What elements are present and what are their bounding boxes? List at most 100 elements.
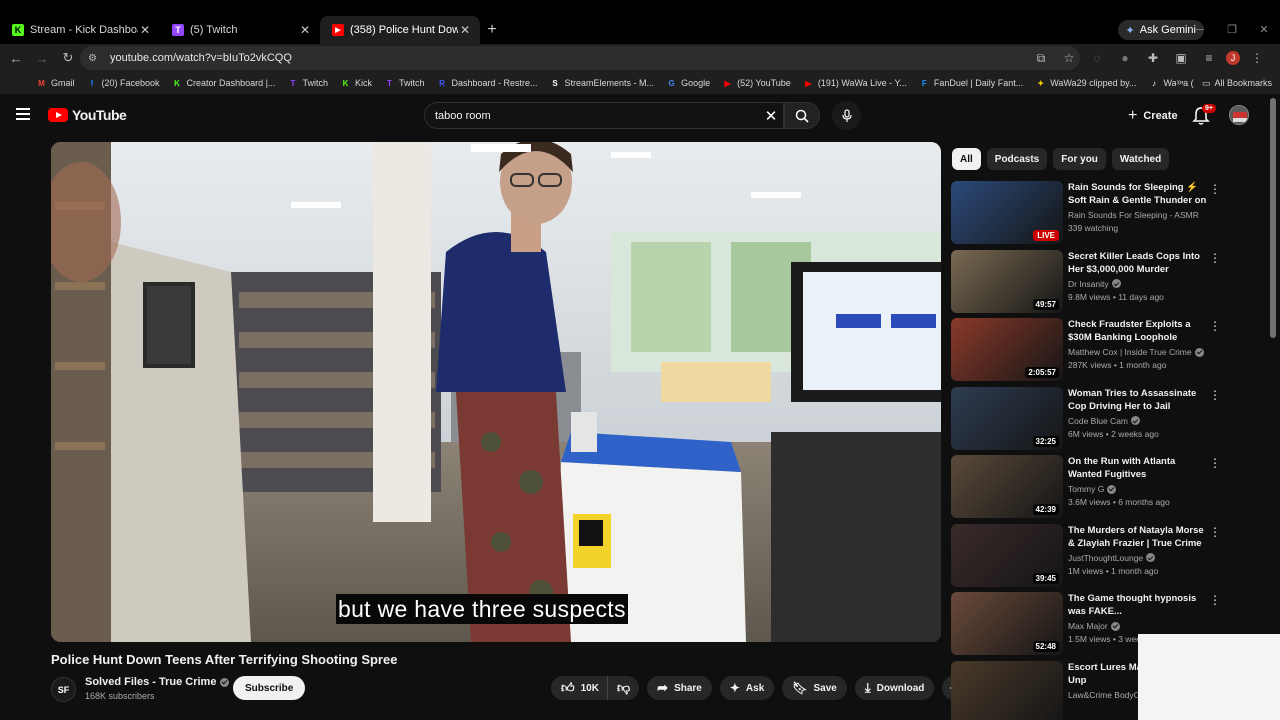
forward-icon[interactable]: → bbox=[30, 51, 54, 66]
filter-chip[interactable]: Podcasts bbox=[986, 148, 1048, 170]
create-button[interactable]: + Create bbox=[1116, 102, 1190, 129]
maximize-icon[interactable]: ❐ bbox=[1216, 16, 1248, 44]
recommended-channel[interactable]: Tommy G bbox=[1068, 484, 1117, 494]
browser-tab-3-active[interactable]: ▶ (358) Police Hunt Down Teens / ✕ bbox=[320, 16, 480, 44]
share-button[interactable]: ➦ Share bbox=[647, 676, 712, 700]
search-input[interactable] bbox=[435, 109, 759, 122]
bookmark-item[interactable]: ✦ WaWa29 clipped by... bbox=[1035, 78, 1136, 89]
browser-tab-1[interactable]: K Stream - Kick Dashboard ✕ bbox=[0, 16, 160, 44]
recommended-channel[interactable]: Code Blue Cam bbox=[1068, 416, 1141, 426]
action-menu-icon[interactable]: ⋮ bbox=[1209, 457, 1221, 469]
install-app-icon[interactable]: ⧉ bbox=[1030, 51, 1052, 66]
profile-avatar-icon[interactable]: J bbox=[1226, 51, 1240, 65]
action-menu-icon[interactable]: ⋮ bbox=[1209, 594, 1221, 606]
reload-icon[interactable]: ↻ bbox=[56, 50, 80, 66]
side-panel-icon[interactable]: ▣ bbox=[1170, 51, 1192, 65]
save-button[interactable]: 🔖︎ Save bbox=[782, 676, 847, 700]
video-thumbnail[interactable]: 49:57 bbox=[951, 249, 1063, 313]
recommended-channel[interactable]: Matthew Cox | Inside True Crime bbox=[1068, 347, 1204, 357]
ask-button[interactable]: ✦ Ask bbox=[719, 676, 775, 700]
recommended-video-title[interactable]: On the Run with Atlanta Wanted Fugitives bbox=[1068, 455, 1208, 481]
subscribe-button[interactable]: Subscribe bbox=[233, 676, 306, 700]
action-menu-icon[interactable]: ⋮ bbox=[1209, 183, 1221, 195]
extension-icon[interactable]: ◌ bbox=[1086, 51, 1108, 65]
channel-name-link[interactable]: Solved Files - True Crime bbox=[85, 676, 230, 688]
close-tab-icon[interactable]: ✕ bbox=[298, 23, 312, 37]
site-info-icon[interactable]: ⚙ bbox=[88, 53, 104, 64]
dislike-button[interactable]: 👎︎ bbox=[606, 676, 640, 700]
guide-menu-icon[interactable] bbox=[16, 108, 30, 120]
bookmark-item[interactable]: T Twitch bbox=[384, 78, 424, 89]
bookmark-item[interactable]: K Creator Dashboard |... bbox=[172, 78, 275, 89]
video-thumbnail[interactable]: 32:25 bbox=[951, 386, 1063, 450]
like-button[interactable]: 👍︎ 10K bbox=[551, 676, 607, 700]
media-controls-icon[interactable]: ≡ bbox=[1198, 51, 1220, 65]
address-bar[interactable]: ⚙ youtube.com/watch?v=bIuTo2vkCQQ bbox=[80, 46, 1080, 70]
bookmark-item[interactable]: ▶ (52) YouTube bbox=[722, 78, 791, 89]
action-menu-icon[interactable]: ⋮ bbox=[1209, 526, 1221, 538]
recommended-channel[interactable]: JustThoughtLounge bbox=[1068, 553, 1156, 563]
recommended-video[interactable]: 2:05:57 Check Fraudster Exploits a $30M B… bbox=[951, 318, 1231, 382]
verified-icon bbox=[1110, 621, 1120, 631]
recommended-video[interactable]: 42:39 On the Run with Atlanta Wanted Fugi… bbox=[951, 455, 1231, 519]
extension-icon[interactable]: ● bbox=[1114, 51, 1136, 65]
action-menu-icon[interactable]: ⋮ bbox=[1209, 320, 1221, 332]
menu-kebab-icon[interactable]: ⋮ bbox=[1246, 51, 1268, 65]
extensions-puzzle-icon[interactable]: ✚ bbox=[1142, 51, 1164, 65]
close-tab-icon[interactable]: ✕ bbox=[458, 23, 472, 37]
video-thumbnail[interactable]: 2:05:57 bbox=[951, 318, 1063, 381]
bookmark-item[interactable]: F FanDuel | Daily Fant... bbox=[919, 78, 1023, 89]
close-window-icon[interactable]: ✕ bbox=[1248, 16, 1280, 44]
voice-search-button[interactable] bbox=[832, 101, 861, 130]
filter-chip[interactable]: Watched bbox=[1111, 148, 1170, 170]
filter-chip[interactable]: For you bbox=[1053, 148, 1106, 170]
video-thumbnail[interactable]: LIVE bbox=[951, 181, 1063, 244]
video-thumbnail[interactable]: 52:48 bbox=[951, 592, 1063, 655]
bookmark-item[interactable]: M Gmail bbox=[36, 78, 74, 89]
bookmark-item[interactable]: T Twitch bbox=[287, 78, 327, 89]
close-tab-icon[interactable]: ✕ bbox=[138, 23, 152, 37]
action-menu-icon[interactable]: ⋮ bbox=[1209, 252, 1221, 264]
bookmark-item[interactable]: S StreamElements - M... bbox=[550, 78, 654, 89]
all-bookmarks-button[interactable]: ▭ All Bookmarks bbox=[1193, 72, 1272, 94]
recommended-channel[interactable]: Rain Sounds For Sleeping - ASMR bbox=[1068, 210, 1199, 220]
recommended-video[interactable]: 32:25 Woman Tries to Assassinate Cop Driv… bbox=[951, 386, 1231, 451]
recommended-video[interactable]: 49:57 Secret Killer Leads Cops Into Her $… bbox=[951, 249, 1231, 314]
download-button[interactable]: ⤓ Download bbox=[854, 676, 935, 700]
recommended-video[interactable]: LIVE Rain Sounds for Sleeping ⚡ Soft Rain… bbox=[951, 181, 1231, 245]
recommended-video-title[interactable]: Check Fraudster Exploits a $30M Banking … bbox=[1068, 318, 1208, 344]
recommended-channel[interactable]: Law&Crime BodyCa bbox=[1068, 690, 1145, 700]
page-scrollbar[interactable] bbox=[1270, 98, 1276, 338]
channel-avatar[interactable]: SF bbox=[51, 677, 76, 702]
video-thumbnail[interactable] bbox=[951, 660, 1063, 720]
search-button[interactable] bbox=[784, 102, 820, 129]
video-thumbnail[interactable]: 42:39 bbox=[951, 455, 1063, 518]
browser-tab-2[interactable]: T (5) Twitch ✕ bbox=[160, 16, 320, 44]
recommended-video-title[interactable]: Woman Tries to Assassinate Cop Driving H… bbox=[1068, 387, 1208, 413]
bookmark-item[interactable]: K Kick bbox=[340, 78, 372, 89]
new-tab-button[interactable]: + bbox=[480, 21, 504, 39]
back-icon[interactable]: ← bbox=[4, 51, 28, 66]
recommended-video-title[interactable]: The Game thought hypnosis was FAKE... bbox=[1068, 592, 1208, 618]
video-thumbnail[interactable]: 39:45 bbox=[951, 523, 1063, 587]
account-avatar[interactable] bbox=[1229, 105, 1249, 125]
bookmark-item[interactable]: G Google bbox=[666, 78, 710, 89]
recommended-video-title[interactable]: The Murders of Natayla Morse & Zlayiah F… bbox=[1068, 524, 1208, 550]
filter-chip[interactable]: All bbox=[952, 148, 981, 170]
bookmark-item[interactable]: R Dashboard - Restre... bbox=[436, 78, 537, 89]
minimize-icon[interactable]: ─ bbox=[1184, 16, 1216, 44]
bookmark-item[interactable]: f (20) Facebook bbox=[87, 78, 160, 89]
bookmarks-overflow-icon[interactable]: » bbox=[1176, 72, 1182, 94]
video-player[interactable]: but we have three suspects bbox=[51, 142, 941, 642]
youtube-logo[interactable]: YouTube bbox=[48, 107, 127, 123]
bookmark-star-icon[interactable]: ☆ bbox=[1058, 51, 1080, 65]
recommended-channel[interactable]: Max Major bbox=[1068, 621, 1120, 631]
recommended-video-title[interactable]: Secret Killer Leads Cops Into Her $3,000… bbox=[1068, 250, 1208, 276]
recommended-video[interactable]: 39:45 The Murders of Natayla Morse & Zlay… bbox=[951, 523, 1231, 588]
bookmark-item[interactable]: ▶ (191) WaWa Live - Y... bbox=[803, 78, 907, 89]
recommended-video-title[interactable]: Rain Sounds for Sleeping ⚡ Soft Rain & G… bbox=[1068, 181, 1208, 207]
search-box[interactable]: ✕ bbox=[424, 102, 784, 129]
recommended-channel[interactable]: Dr Insanity bbox=[1068, 279, 1121, 289]
action-menu-icon[interactable]: ⋮ bbox=[1209, 389, 1221, 401]
clear-search-icon[interactable]: ✕ bbox=[759, 107, 783, 125]
